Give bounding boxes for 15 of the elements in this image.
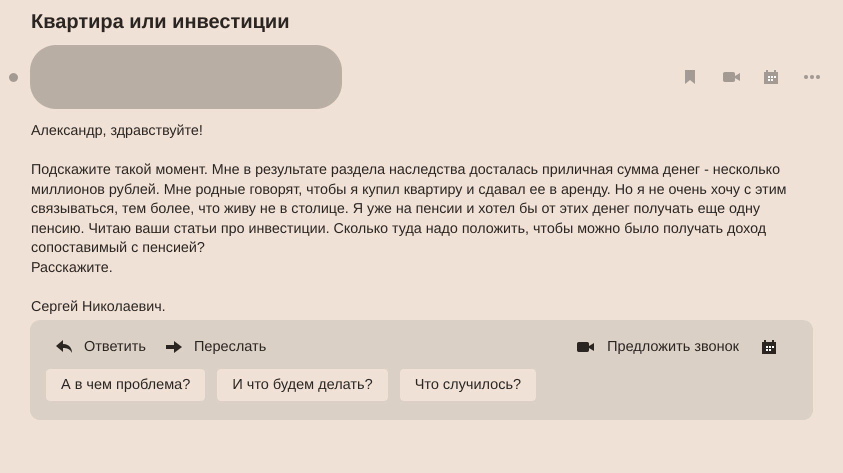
message-subject: Квартира или инвестиции bbox=[30, 10, 291, 34]
quick-reply-button[interactable]: А в чем проблема? bbox=[46, 369, 206, 401]
propose-call-button[interactable]: Предложить звонок bbox=[567, 332, 749, 362]
message-paragraph: Сергей Николаевич. bbox=[31, 298, 167, 316]
reply-icon bbox=[56, 340, 72, 354]
calendar-icon[interactable] bbox=[761, 339, 779, 355]
reply-button[interactable]: Ответить bbox=[46, 332, 156, 362]
forward-icon bbox=[166, 340, 182, 354]
video-camera-icon bbox=[577, 339, 596, 355]
forward-button[interactable]: Переслать bbox=[156, 332, 276, 362]
quick-reply-button[interactable]: И что будем делать? bbox=[217, 369, 388, 401]
quick-reply-button[interactable]: Что случилось? bbox=[400, 369, 536, 401]
message-paragraph: Александр, здравствуйте! bbox=[31, 122, 204, 141]
video-camera-icon[interactable] bbox=[723, 69, 741, 85]
message-paragraph: Подскажите такой момент. Мне в результате раздела наследства досталась приличная сумма денег - несколько миллионов рублей. Мне родные говорят, чтобы я купил квартиру и сдавал ее в аренду. Но я не очень хочу с этим связываться, тем более, что живу не в столице. Я уже на пенсии и хотел бы от этих денег получать еще одну пенсию. Читаю ваши статьи про инвестиции. Сколько туда надо положить, чтобы можно было получать доход сопоставимый с пенсией? Расскажите. bbox=[31, 161, 788, 278]
